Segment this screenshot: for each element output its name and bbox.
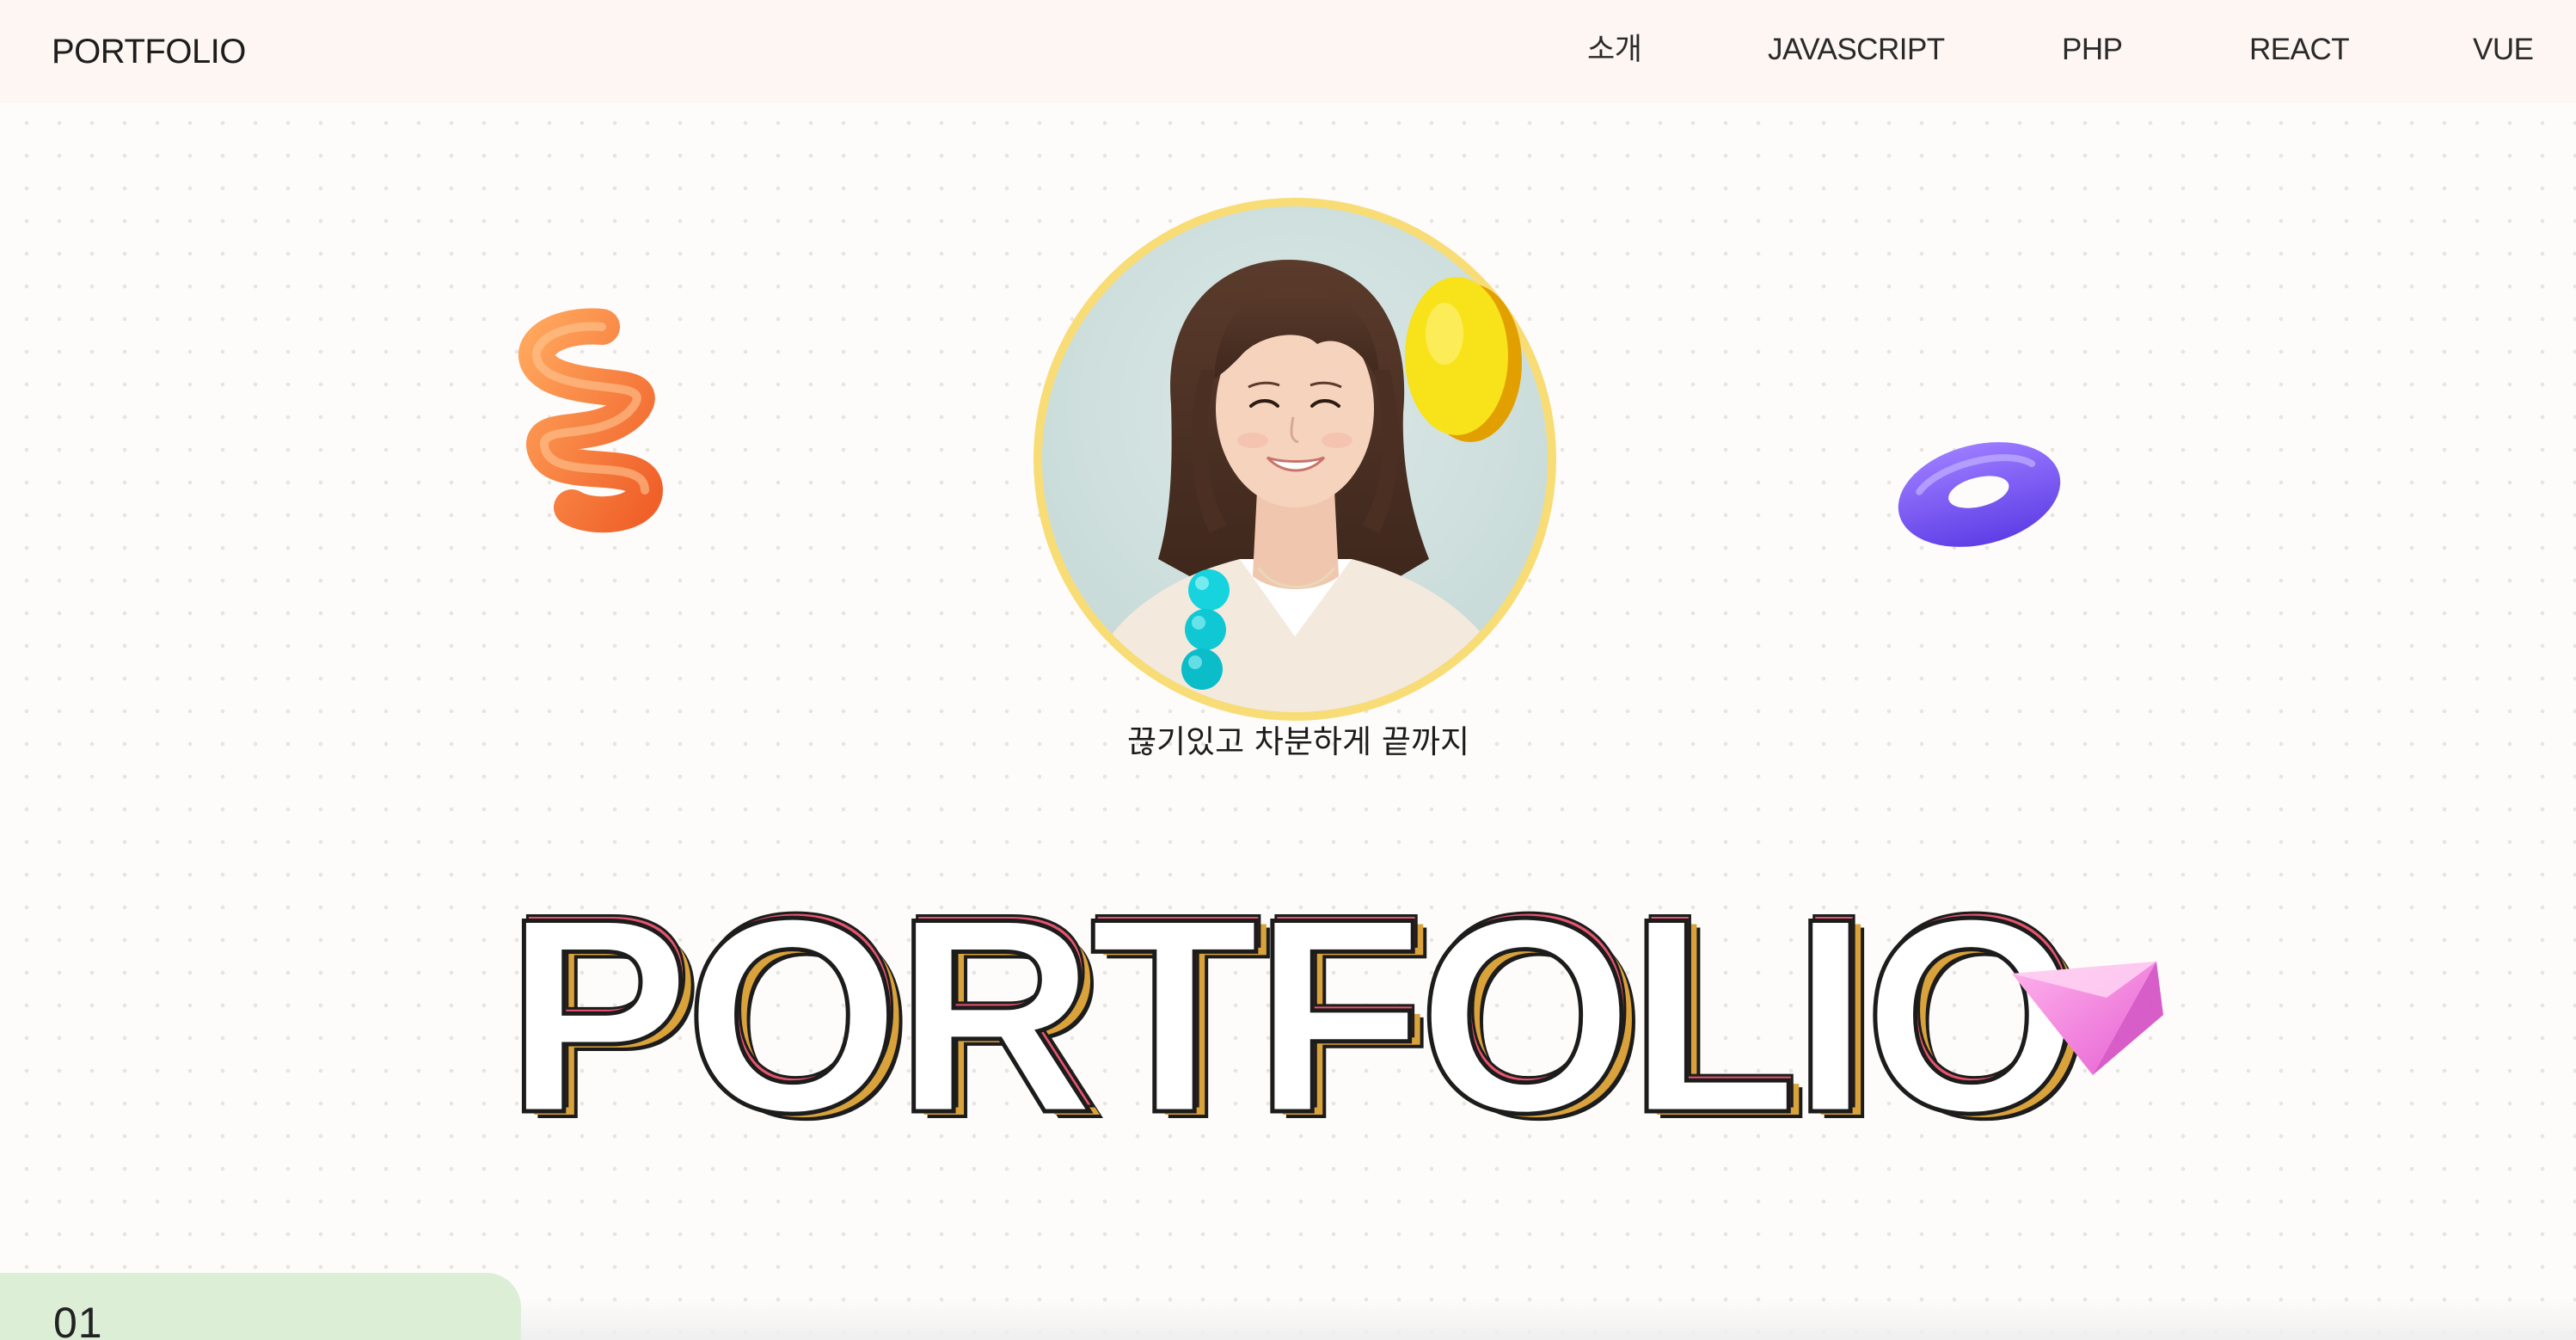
- section-tab: 01: [0, 1273, 521, 1340]
- yellow-coin-shape: [1405, 277, 1522, 442]
- purple-torus-shape: [1898, 442, 2061, 547]
- hero-title-text: PORTFOLIO: [506, 862, 2074, 1144]
- cyan-bead-stack-shape: [1181, 569, 1230, 690]
- nav-item-php[interactable]: PHP: [2062, 29, 2123, 71]
- pink-pyramid-shape: [2012, 962, 2163, 1075]
- nav-item-intro[interactable]: 소개: [1587, 29, 1642, 71]
- section-number: 01: [53, 1299, 103, 1340]
- top-navbar: PORTFOLIO 소개 JAVASCRIPT PHP REACT VUE: [0, 0, 2576, 103]
- hero-tagline: 끊기있고 차분하게 끝까지: [1127, 723, 1469, 760]
- nav-item-javascript[interactable]: JAVASCRIPT: [1768, 29, 1945, 71]
- hero-title: PORTFOLIO PORTFOLIO PORTFOLIO PORTFOLIO: [503, 856, 2093, 1145]
- nav-item-vue[interactable]: VUE: [2473, 29, 2534, 71]
- bottom-fade: [521, 1299, 2576, 1340]
- orange-spring-shape: [518, 308, 664, 533]
- nav-item-react[interactable]: REACT: [2249, 29, 2350, 71]
- site-logo[interactable]: PORTFOLIO: [52, 29, 246, 74]
